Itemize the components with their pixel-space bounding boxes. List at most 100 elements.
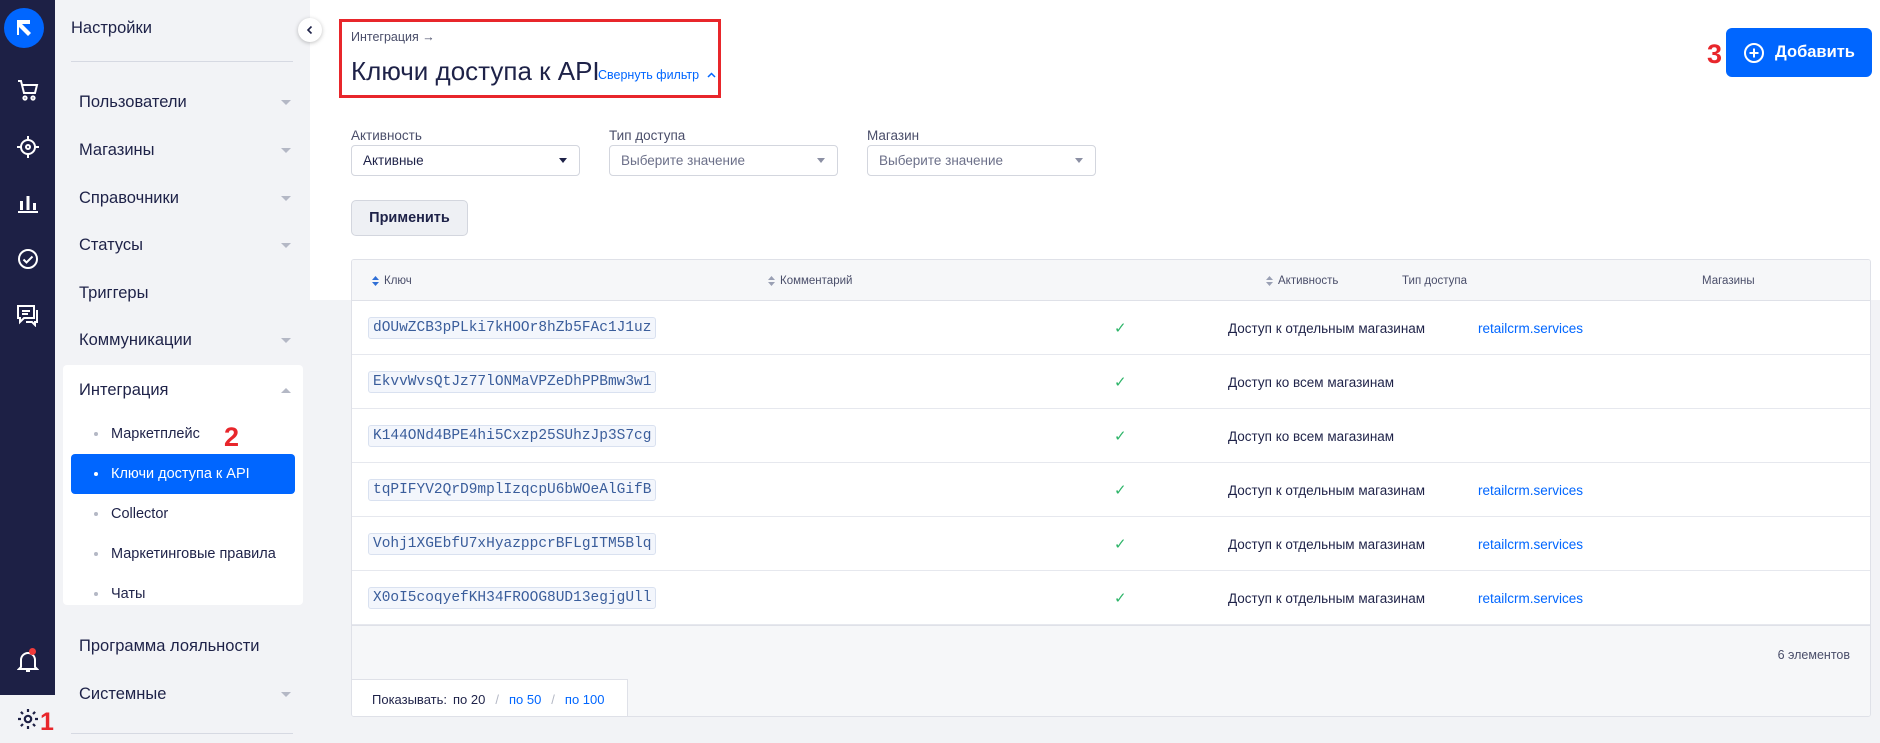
- tasks-check-icon[interactable]: [0, 235, 55, 283]
- column-header-active[interactable]: Активность: [1266, 260, 1338, 301]
- bell-icon[interactable]: [0, 638, 55, 686]
- page-size-20[interactable]: по 20: [453, 692, 485, 707]
- page-size-100-link[interactable]: по 100: [565, 692, 605, 707]
- shop-link[interactable]: retailcrm.services: [1478, 571, 1583, 625]
- access-type-cell: Доступ ко всем магазинам: [1228, 374, 1395, 390]
- sidebar-sub-collector[interactable]: Collector: [71, 494, 295, 534]
- sidebar-item-statuses[interactable]: Статусы: [79, 225, 301, 265]
- column-header-label: Ключ: [384, 274, 412, 287]
- sidebar-sub-api-keys[interactable]: Ключи доступа к API: [71, 454, 295, 494]
- sidebar-divider: [71, 733, 293, 734]
- access-type-placeholder: Выберите значение: [621, 153, 746, 168]
- page-size-selector: Показывать: по 20 / по 50 / по 100: [352, 679, 628, 716]
- column-header-comment[interactable]: Комментарий: [768, 260, 852, 301]
- sidebar-sub-marketplace[interactable]: Маркетплейс: [71, 414, 295, 454]
- access-type-cell: Доступ ко всем магазинам: [1228, 428, 1395, 444]
- column-header-label: Комментарий: [780, 274, 853, 287]
- shop-link[interactable]: retailcrm.services: [1478, 463, 1583, 517]
- sidebar-sub-marketing-rules[interactable]: Маркетинговые правила: [71, 534, 295, 574]
- access-type-select[interactable]: Выберите значение: [609, 145, 838, 176]
- access-type-cell: Доступ к отдельным магазинам: [1228, 590, 1426, 606]
- sidebar-item-system[interactable]: Системные: [79, 674, 301, 714]
- table-row[interactable]: Vohj1XGEbfU7xHyazppcrBFLgITM5Blq ✓ Доступ …: [352, 517, 1870, 571]
- bullet-icon: [94, 432, 98, 436]
- sidebar-item-label: Системные: [79, 684, 167, 703]
- table-footer: 6 элементов Показывать: по 20 / по 50 / …: [352, 625, 1870, 716]
- table-row[interactable]: X0oI5coqyefKH34FROOG8UD13egjgUll ✓ Доступ …: [352, 571, 1870, 625]
- sidebar-item-label: Магазины: [79, 140, 155, 159]
- table-row[interactable]: tqPIFYV2QrD9mplIzqcpU6bWOeAlGifB ✓ Доступ …: [352, 463, 1870, 517]
- sidebar-item-loyalty[interactable]: Программа лояльности: [79, 626, 301, 666]
- page-size-50-link[interactable]: по 50: [509, 692, 541, 707]
- sidebar-item-label: Интеграция: [79, 380, 169, 399]
- sidebar-sub-chats[interactable]: Чаты: [71, 574, 295, 614]
- sidebar-item-label: Пользователи: [79, 92, 187, 111]
- table-row[interactable]: EkvvWvsQtJz77lONMaVPZeDhPPBmw3w1 ✓ Доступ …: [352, 355, 1870, 409]
- sidebar-item-triggers[interactable]: Триггеры: [79, 273, 301, 313]
- chevron-down-icon: [281, 691, 291, 697]
- sidebar-item-communications[interactable]: Коммуникации: [79, 320, 301, 360]
- pager-separator: /: [495, 692, 499, 707]
- sidebar-item-users[interactable]: Пользователи: [79, 82, 301, 122]
- chevron-down-icon: [281, 195, 291, 201]
- api-key-value[interactable]: EkvvWvsQtJz77lONMaVPZeDhPPBmw3w1: [368, 371, 657, 393]
- chevron-down-icon: [281, 99, 291, 105]
- notification-dot: [29, 648, 36, 655]
- sidebar-item-label: Статусы: [79, 235, 144, 254]
- chevron-down-icon: [281, 337, 291, 343]
- shop-select[interactable]: Выберите значение: [867, 145, 1096, 176]
- column-header-key[interactable]: Ключ: [372, 260, 412, 301]
- apply-button[interactable]: Применить: [351, 200, 468, 236]
- annotation-number-1: 1: [40, 708, 54, 736]
- annotation-number-3: 3: [1707, 39, 1723, 69]
- add-button[interactable]: Добавить: [1726, 28, 1872, 77]
- api-key-value[interactable]: tqPIFYV2QrD9mplIzqcpU6bWOeAlGifB: [368, 479, 657, 501]
- sidebar-item-shops[interactable]: Магазины: [79, 130, 301, 170]
- access-type-cell: Доступ к отдельным магазинам: [1228, 482, 1426, 498]
- sidebar-sub-label: Маркетинговые правила: [111, 546, 276, 562]
- shop-link[interactable]: retailcrm.services: [1478, 517, 1583, 571]
- add-button-label: Добавить: [1775, 43, 1855, 61]
- annotation-number-2: 2: [224, 422, 240, 452]
- sidebar-item-label: Триггеры: [79, 283, 149, 302]
- collapse-sidebar-button[interactable]: [298, 18, 322, 42]
- bullet-icon: [94, 552, 98, 556]
- access-type-cell: Доступ к отдельным магазинам: [1228, 536, 1426, 552]
- page-title: Ключи доступа к API: [351, 56, 600, 86]
- active-check-icon: ✓: [1114, 428, 1127, 445]
- active-check-icon: ✓: [1114, 374, 1127, 391]
- sidebar-sub-label: Ключи доступа к API: [111, 466, 250, 482]
- chat-icon[interactable]: [0, 291, 55, 339]
- toggle-filter-link[interactable]: Свернуть фильтр: [598, 68, 716, 82]
- bullet-icon: [94, 592, 98, 596]
- sort-icon: [372, 275, 379, 286]
- column-header-shops: Магазины: [1702, 274, 1755, 287]
- sidebar-item-integration[interactable]: Интеграция: [79, 370, 301, 410]
- chevron-left-icon: [306, 25, 313, 35]
- api-key-value[interactable]: K144ONd4BPE4hi5Cxzp25SUhzJp3S7cg: [368, 425, 657, 447]
- activity-select[interactable]: Активные: [351, 145, 580, 176]
- sidebar-divider: [71, 61, 293, 62]
- dropdown-arrow-icon: [559, 158, 567, 163]
- cart-icon[interactable]: [0, 66, 55, 114]
- shop-placeholder: Выберите значение: [879, 153, 1004, 168]
- api-key-value[interactable]: X0oI5coqyefKH34FROOG8UD13egjgUll: [368, 587, 657, 609]
- api-key-value[interactable]: Vohj1XGEbfU7xHyazppcrBFLgITM5Blq: [368, 533, 657, 555]
- shop-link[interactable]: retailcrm.services: [1478, 301, 1583, 355]
- sort-icon: [1266, 275, 1273, 286]
- dropdown-arrow-icon: [1075, 158, 1083, 163]
- filter-label-activity: Активность: [351, 128, 422, 143]
- sidebar-sub-label: Чаты: [111, 586, 146, 602]
- sidebar-item-references[interactable]: Справочники: [79, 178, 301, 218]
- sidebar-item-label: Справочники: [79, 188, 179, 207]
- table-row[interactable]: K144ONd4BPE4hi5Cxzp25SUhzJp3S7cg ✓ Доступ …: [352, 409, 1870, 463]
- breadcrumb[interactable]: Интеграция →: [351, 30, 435, 44]
- target-icon[interactable]: [0, 123, 55, 171]
- chevron-down-icon: [281, 147, 291, 153]
- analytics-icon[interactable]: [0, 179, 55, 227]
- table-row[interactable]: dOUwZCB3pPLki7kHOOr8hZb5FAc1J1uz ✓ Доступ …: [352, 301, 1870, 355]
- app-logo-icon[interactable]: [4, 8, 44, 48]
- sidebar-item-label: Программа лояльности: [79, 636, 260, 655]
- api-key-value[interactable]: dOUwZCB3pPLki7kHOOr8hZb5FAc1J1uz: [368, 317, 657, 339]
- pager-separator: /: [551, 692, 555, 707]
